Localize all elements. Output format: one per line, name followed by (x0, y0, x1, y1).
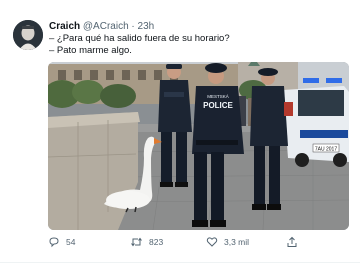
like-count: 3,3 mil (224, 237, 250, 247)
author-name[interactable]: Craich (49, 21, 80, 32)
author-handle[interactable]: @ACraich (83, 21, 129, 32)
like-icon (206, 236, 218, 248)
tweet-timestamp[interactable]: 23h (138, 21, 155, 32)
retweet-count: 823 (149, 237, 164, 247)
tweet-actions: 54 823 3,3 mil (48, 235, 349, 249)
divider (0, 262, 360, 263)
tweet-header: Craich @ACraich · 23h (49, 21, 154, 33)
tweet-text-line: – Pato marme algo. (49, 45, 132, 56)
car-plate: 7AU 2017 (315, 147, 337, 153)
tweet-text-line: – ¿Para qué ha salido fuera de su horari… (49, 33, 230, 44)
reply-icon (48, 236, 60, 248)
retweet-icon (130, 236, 143, 248)
reply-action[interactable]: 54 (48, 235, 75, 249)
tweet-media-photo[interactable]: 7AU 2017 MESTSKÁ POLICE (48, 62, 349, 230)
vest-text-large: POLICE (203, 101, 233, 110)
tweet-text: – ¿Para qué ha salido fuera de su horari… (49, 33, 230, 57)
separator: · (131, 21, 135, 32)
share-action[interactable] (286, 235, 298, 249)
tweet[interactable]: Craich @ACraich · 23h – ¿Para qué ha sal… (0, 0, 360, 270)
like-action[interactable]: 3,3 mil (206, 235, 249, 249)
vest-text-small: MESTSKÁ (207, 93, 229, 99)
share-icon (286, 236, 298, 248)
avatar[interactable] (13, 20, 43, 50)
reply-count: 54 (66, 237, 76, 247)
retweet-action[interactable]: 823 (130, 235, 163, 249)
